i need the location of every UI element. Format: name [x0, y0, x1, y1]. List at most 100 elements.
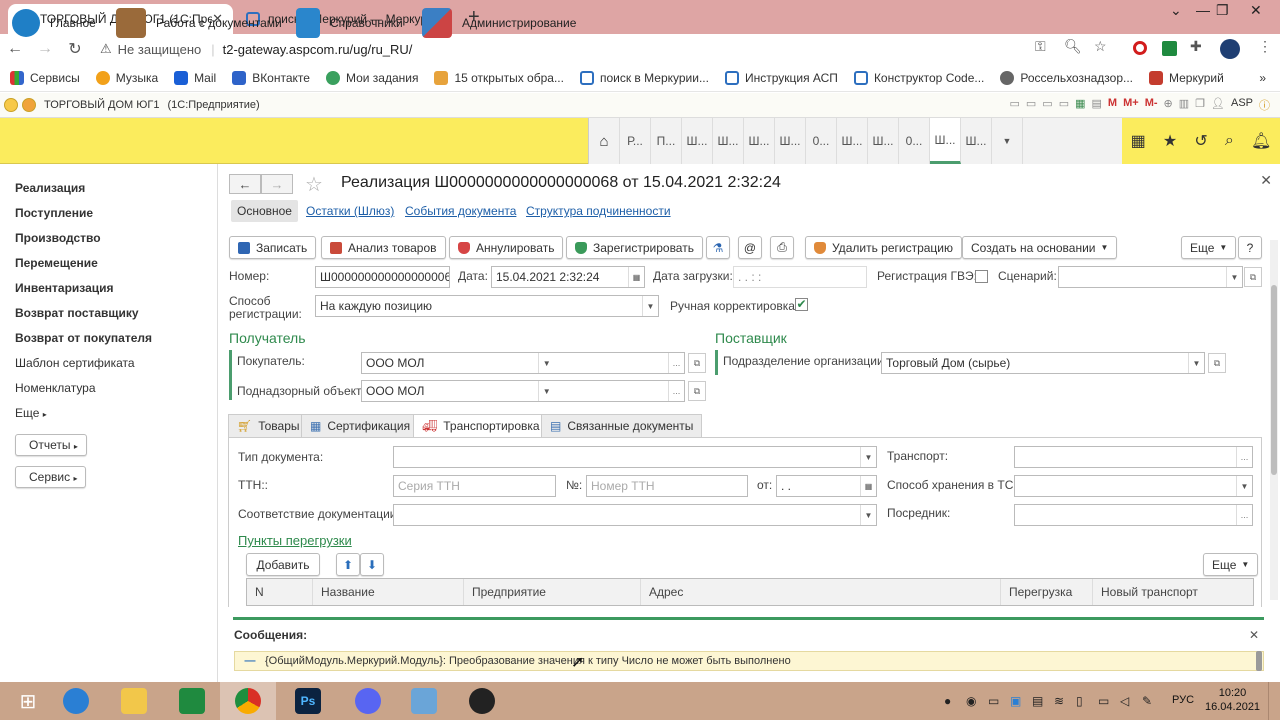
tray-network-icon[interactable]: ▭ — [1098, 694, 1109, 708]
browser-menu-icon[interactable]: ⋮ — [1258, 38, 1272, 55]
close-window-button[interactable]: ✕ — [1250, 2, 1262, 19]
sidebar-item-nomenclature[interactable]: Номенклатура — [15, 380, 217, 405]
history-icon[interactable]: ▭ — [1059, 97, 1069, 113]
create-based-on-button[interactable]: Создать на основании ▼ — [962, 236, 1118, 259]
bookmark-mercury[interactable]: Меркурий — [1149, 70, 1224, 85]
favorites-star-icon[interactable]: ★ — [1163, 131, 1177, 151]
forward-button[interactable]: → — [261, 174, 293, 194]
open-window-tab[interactable]: Р... — [620, 118, 651, 164]
save-icon[interactable]: ▭ — [1009, 97, 1019, 113]
section-admin[interactable]: Администрирование — [422, 0, 576, 46]
select-dots-icon[interactable]: … — [668, 381, 684, 401]
bookmark-services[interactable]: Сервисы — [10, 70, 80, 85]
tray-icon[interactable]: ● — [944, 694, 951, 708]
open-scenario-icon[interactable]: ⧉ — [1244, 267, 1262, 287]
section-references[interactable]: Справочники — [296, 0, 403, 46]
chevron-down-icon[interactable]: ▼ — [642, 296, 658, 316]
taskbar-store[interactable] — [164, 682, 220, 720]
tray-photoshop-icon[interactable]: ▣ — [1010, 694, 1021, 708]
unload-points-link[interactable]: Пункты перегрузки — [238, 533, 352, 548]
user-icon[interactable]: 👤︎ — [1211, 97, 1225, 113]
back-button[interactable]: ← — [229, 174, 261, 194]
open-window-tab-active[interactable]: Ш... — [930, 118, 961, 164]
delete-registration-button[interactable]: Удалить регистрацию — [805, 236, 962, 259]
chevron-down-icon[interactable]: ▼ — [860, 447, 876, 467]
messages-scrollbar[interactable] — [1256, 651, 1262, 671]
close-messages-icon[interactable]: ✕ — [1249, 628, 1259, 642]
favorite-star-icon[interactable]: ☆ — [305, 172, 323, 197]
column-header-address[interactable]: Адрес — [641, 579, 1001, 605]
taskbar-explorer[interactable] — [106, 682, 162, 720]
calculator-icon[interactable]: ▤ — [1092, 97, 1102, 113]
chevron-down-icon[interactable]: ▼ — [1236, 476, 1252, 496]
calendar-icon[interactable]: ▦ — [628, 267, 644, 287]
calendar-icon[interactable]: ▦ — [860, 476, 876, 496]
chevron-down-icon[interactable]: ▼ — [538, 381, 554, 401]
date-field[interactable]: 15.04.2021 2:32:24 ▦ — [491, 266, 645, 288]
app-menu-icon[interactable] — [22, 98, 36, 112]
sidebar-item-cert-template[interactable]: Шаблон сертификата — [15, 355, 217, 380]
sidebar-item-production[interactable]: Производство — [15, 230, 217, 255]
sidebar-item-inventory[interactable]: Инвентаризация — [15, 280, 217, 305]
form-scrollbar-thumb[interactable] — [1271, 285, 1277, 475]
functions-menu-icon[interactable]: ▦ — [1131, 131, 1146, 151]
subtab-main[interactable]: Основное — [231, 200, 298, 222]
bookmark-tasks[interactable]: Мои задания — [325, 70, 418, 85]
bookmark-mercury-search[interactable]: поиск в Меркурии... — [579, 70, 709, 85]
help-button[interactable]: ? — [1238, 236, 1262, 259]
move-down-icon[interactable]: ⬇ — [360, 553, 384, 576]
user-name[interactable]: ASP — [1231, 97, 1253, 113]
print-button[interactable]: ⎙ — [770, 236, 794, 259]
buyer-field[interactable]: ООО МОЛ ▼… — [361, 352, 685, 374]
chevron-down-icon[interactable]: ▼ — [1226, 267, 1242, 287]
bookmark-vk[interactable]: ВКонтакте — [232, 70, 310, 85]
taskbar-chrome[interactable] — [220, 682, 276, 720]
tray-battery-icon[interactable]: ▯ — [1076, 694, 1083, 708]
m-icon[interactable]: M — [1108, 97, 1117, 113]
select-dots-icon[interactable]: … — [668, 353, 684, 373]
open-window-tab[interactable]: Ш... — [713, 118, 744, 164]
zoom-icon[interactable]: 🔍︎ — [1064, 38, 1082, 55]
taskbar-discord[interactable] — [340, 682, 396, 720]
open-window-tab[interactable]: Ш... — [961, 118, 992, 164]
save-button[interactable]: Записать — [229, 236, 317, 259]
storage-select[interactable]: ▼ — [1014, 475, 1253, 497]
intermediary-field[interactable]: … — [1014, 504, 1253, 526]
open-window-tab[interactable]: Ш... — [837, 118, 868, 164]
tab-linked-documents[interactable]: ▤ Связанные документы — [541, 414, 703, 438]
tray-volume-icon[interactable]: ◁ — [1120, 694, 1129, 708]
select-dots-icon[interactable]: … — [1236, 505, 1252, 525]
more-button[interactable]: Еще ▼ — [1181, 236, 1237, 259]
sidebar-item-return-supplier[interactable]: Возврат поставщику — [15, 305, 217, 330]
windows-icon[interactable]: ❐ — [1195, 97, 1205, 113]
profile-dropdown-icon[interactable]: ⌄ — [1170, 2, 1182, 19]
open-window-tab[interactable]: Ш... — [775, 118, 806, 164]
home-page-icon[interactable]: ⌂ — [589, 118, 620, 164]
open-window-tab[interactable]: 0... — [899, 118, 930, 164]
register-button[interactable]: Зарегистрировать — [566, 236, 703, 259]
more-windows-dropdown-icon[interactable]: ▼ — [992, 118, 1023, 164]
restore-window-button[interactable]: ❐ — [1216, 2, 1229, 19]
close-form-icon[interactable]: ✕ — [1260, 172, 1272, 189]
move-up-icon[interactable]: ⬆ — [336, 553, 360, 576]
bookmark-star-icon[interactable]: ☆ — [1094, 38, 1107, 55]
column-header-name[interactable]: Название — [313, 579, 464, 605]
scenario-field[interactable]: ▼ — [1058, 266, 1243, 288]
subtab-stock-gateway[interactable]: Остатки (Шлюз) — [306, 204, 394, 218]
open-window-tab[interactable]: Ш... — [682, 118, 713, 164]
bookmark-rosselhoznadzor[interactable]: Россельхознадзор... — [1000, 70, 1133, 85]
column-header-n[interactable]: N — [247, 579, 313, 605]
ttn-number-field[interactable]: Номер ТТН — [586, 475, 748, 497]
sidebar-item-return-customer[interactable]: Возврат от покупателя — [15, 330, 217, 355]
opera-extension-icon[interactable] — [1133, 41, 1147, 55]
m-minus-icon[interactable]: M- — [1145, 97, 1158, 113]
taskbar-obs[interactable] — [454, 682, 510, 720]
panels-icon[interactable]: ▥ — [1179, 97, 1189, 113]
taskbar-ie[interactable] — [48, 682, 104, 720]
key-icon[interactable]: ⚿ — [1035, 38, 1046, 55]
email-button[interactable]: @ — [738, 236, 762, 259]
bookmarks-overflow-icon[interactable]: » — [1259, 71, 1266, 85]
microscope-button[interactable]: ⚗ — [706, 236, 730, 259]
sidebar-item-sales[interactable]: Реализация — [15, 180, 217, 205]
reg-method-select[interactable]: На каждую позицию ▼ — [315, 295, 659, 317]
